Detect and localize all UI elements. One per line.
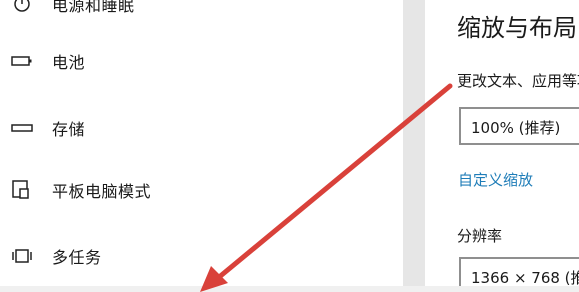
multitasking-icon xyxy=(10,244,34,268)
sidebar-item-label: 平板电脑模式 xyxy=(52,182,152,201)
tablet-mode-icon xyxy=(10,178,34,202)
sidebar-item-multitasking[interactable]: 多任务 xyxy=(0,236,390,276)
sidebar-item-label: 多任务 xyxy=(52,248,102,267)
display-settings-panel: 缩放与布局 更改文本、应用等项目的大小 100% (推荐) 自定义缩放 分辨率 … xyxy=(425,0,579,292)
sidebar-divider xyxy=(403,0,425,292)
settings-sidebar: 电源和睡眠 电池 存储 平板电脑模式 多任务 xyxy=(0,0,403,292)
text-size-label: 更改文本、应用等项目的大小 xyxy=(457,72,579,90)
power-icon xyxy=(10,0,34,16)
scale-dropdown[interactable]: 100% (推荐) xyxy=(459,107,579,145)
sidebar-item-power-sleep[interactable]: 电源和睡眠 xyxy=(0,0,390,24)
resolution-label: 分辨率 xyxy=(457,227,503,245)
custom-scaling-link[interactable]: 自定义缩放 xyxy=(458,169,533,190)
sidebar-item-storage[interactable]: 存储 xyxy=(0,108,390,148)
section-title: 缩放与布局 xyxy=(457,14,577,42)
battery-icon xyxy=(10,49,34,73)
sidebar-item-tablet-mode[interactable]: 平板电脑模式 xyxy=(0,170,390,210)
bottom-edge xyxy=(0,286,579,292)
sidebar-item-label: 电池 xyxy=(52,53,86,72)
scale-dropdown-value: 100% (推荐) xyxy=(471,119,561,137)
sidebar-item-label: 电源和睡眠 xyxy=(52,0,135,15)
storage-icon xyxy=(10,116,34,140)
resolution-dropdown-value: 1366 × 768 (推荐) xyxy=(471,269,579,287)
sidebar-item-label: 存储 xyxy=(52,120,86,139)
sidebar-item-battery[interactable]: 电池 xyxy=(0,41,390,81)
